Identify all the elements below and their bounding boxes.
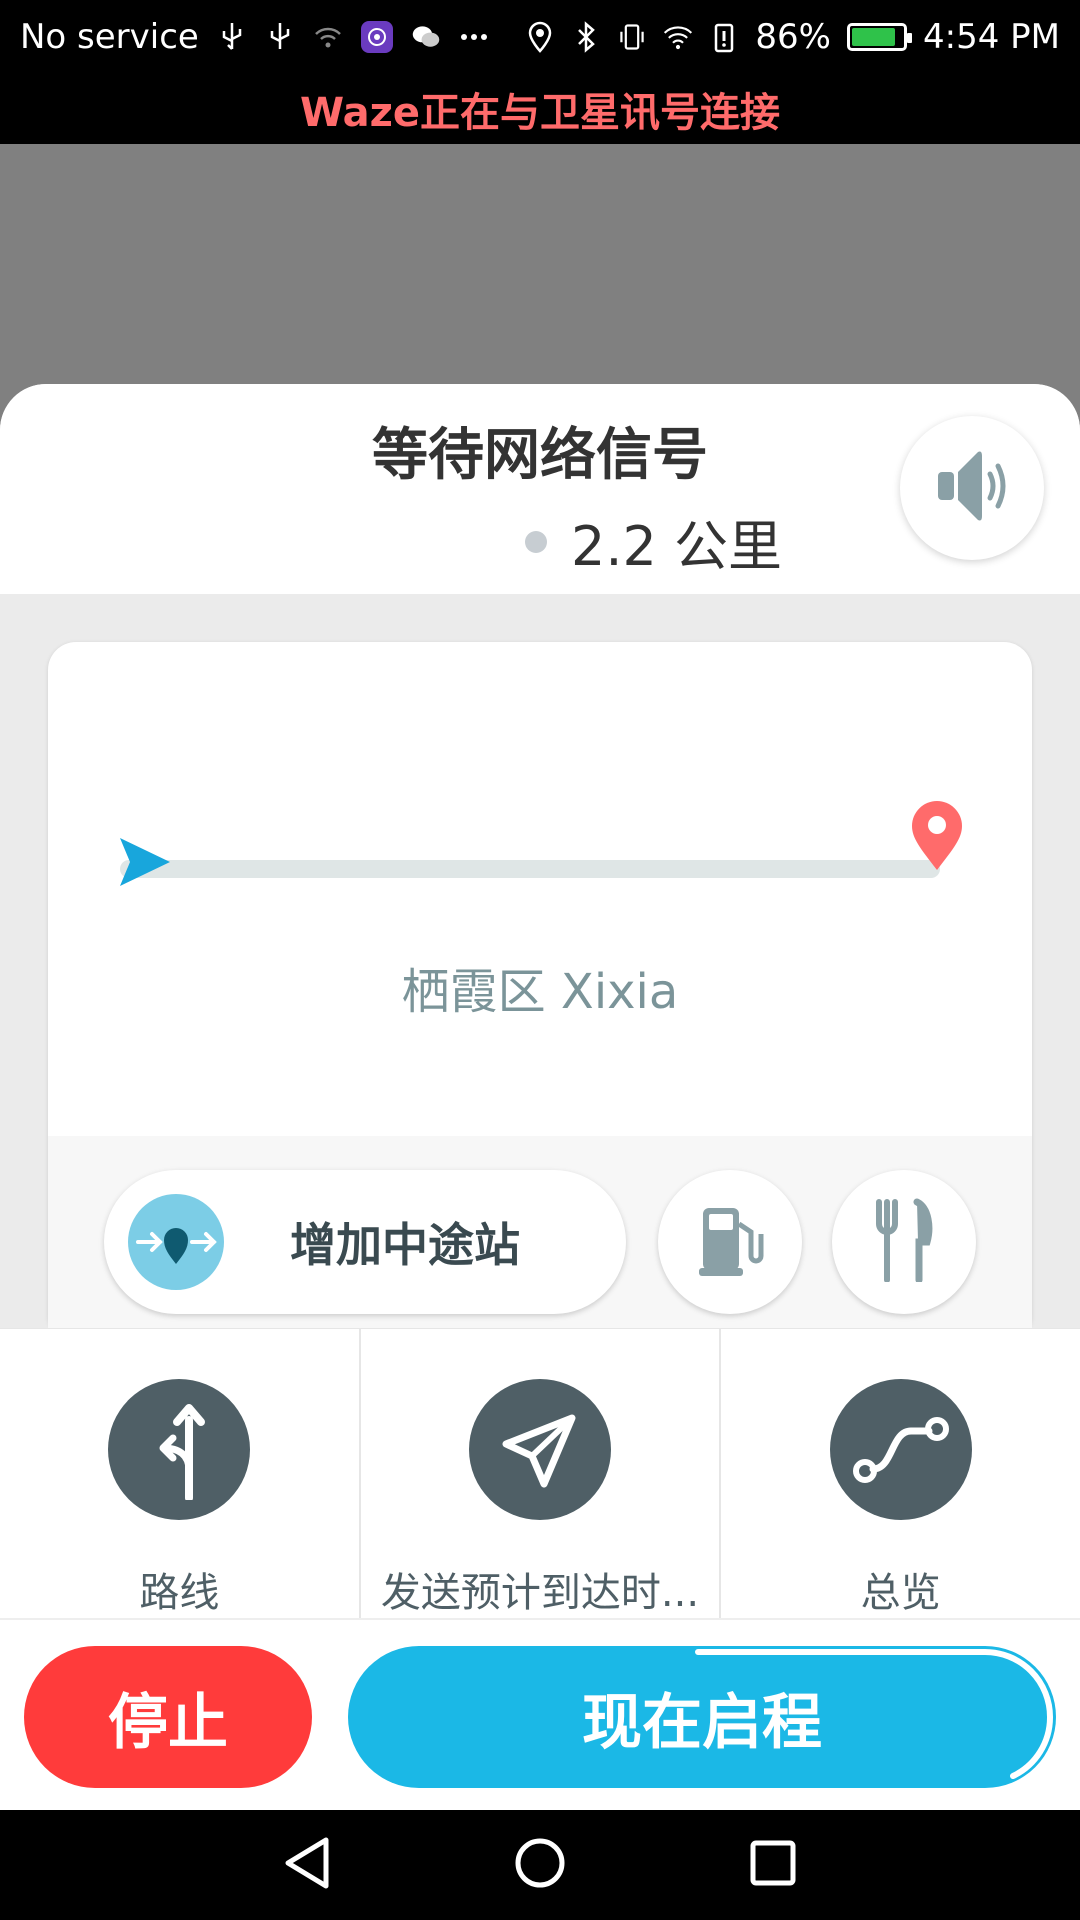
home-icon	[513, 1836, 567, 1894]
distance-dot	[525, 530, 547, 553]
clock-time: 4:54 PM	[923, 17, 1060, 57]
map-area[interactable]	[0, 144, 1080, 394]
status-bar: No service 86% 4:54 PM	[0, 0, 1080, 74]
go-now-button[interactable]: 现在启程	[348, 1646, 1056, 1788]
add-stop-label: 增加中途站	[290, 1218, 520, 1272]
options-row: 路线 发送预计到达时... 总览	[0, 1328, 1080, 1618]
recents-button[interactable]	[733, 1825, 813, 1905]
wifi-icon	[663, 20, 693, 54]
distance-row: 2.2 公里	[525, 502, 782, 581]
sheet-header: 等待网络信号 2.2 公里	[0, 384, 1080, 594]
recents-icon	[748, 1838, 798, 1892]
stop-button[interactable]: 停止	[24, 1646, 312, 1788]
routes-icon	[108, 1379, 251, 1520]
go-now-label: 现在启程	[582, 1687, 822, 1758]
wechat-icon	[411, 20, 441, 54]
battery-percent: 86%	[755, 17, 831, 57]
overview-label: 总览	[860, 1570, 941, 1616]
restaurant-icon	[869, 1198, 939, 1286]
location-icon	[525, 20, 555, 54]
speaker-icon	[934, 446, 1010, 530]
actions-row: 停止 现在启程	[0, 1618, 1080, 1810]
back-button[interactable]	[267, 1825, 347, 1905]
gas-station-icon	[695, 1200, 765, 1284]
home-button[interactable]	[500, 1825, 580, 1905]
gas-station-button[interactable]	[658, 1170, 802, 1314]
send-eta-icon	[469, 1379, 611, 1520]
battery-icon	[847, 23, 912, 51]
gps-connecting-banner: Waze正在与卫星讯号连接	[0, 74, 1080, 144]
route-progress-track	[120, 860, 940, 878]
battery-alert-icon	[709, 20, 739, 54]
add-stop-icon	[128, 1194, 224, 1290]
bluetooth-icon	[571, 20, 601, 54]
system-nav-bar	[0, 1810, 1080, 1920]
more-icon	[459, 20, 489, 54]
start-marker-icon	[114, 834, 172, 894]
app-notification-icon	[360, 21, 393, 53]
routes-option[interactable]: 路线	[0, 1329, 361, 1618]
destination-pin-icon	[908, 798, 966, 876]
vibrate-icon	[617, 20, 647, 54]
destination-name: 栖霞区 Xixia	[401, 964, 679, 1020]
distance-text: 2.2 公里	[571, 515, 783, 578]
usb-icon	[217, 20, 247, 54]
sound-button[interactable]	[900, 416, 1044, 560]
back-icon	[282, 1836, 332, 1894]
overview-option[interactable]: 总览	[721, 1329, 1080, 1618]
overview-icon	[829, 1379, 972, 1520]
usb-icon	[265, 20, 295, 54]
add-stop-button[interactable]: 增加中途站	[104, 1170, 626, 1314]
wifi-question-icon	[313, 20, 343, 54]
routes-label: 路线	[139, 1570, 220, 1616]
send-eta-label: 发送预计到达时...	[380, 1570, 700, 1616]
restaurant-button[interactable]	[832, 1170, 976, 1314]
carrier-text: No service	[20, 17, 199, 57]
send-eta-option[interactable]: 发送预计到达时...	[361, 1329, 722, 1618]
